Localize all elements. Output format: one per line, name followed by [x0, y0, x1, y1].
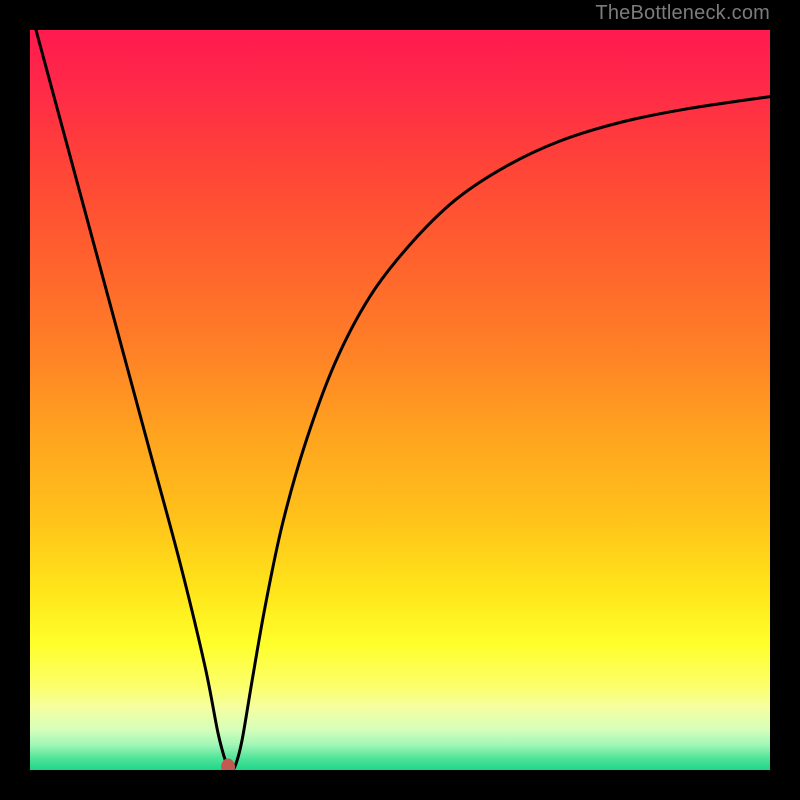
curve-layer	[30, 30, 770, 770]
watermark-text: TheBottleneck.com	[595, 2, 770, 25]
bottleneck-curve	[30, 30, 770, 770]
plot-area	[30, 30, 770, 770]
chart-stage: TheBottleneck.com	[0, 0, 800, 800]
optimum-marker	[221, 759, 235, 771]
